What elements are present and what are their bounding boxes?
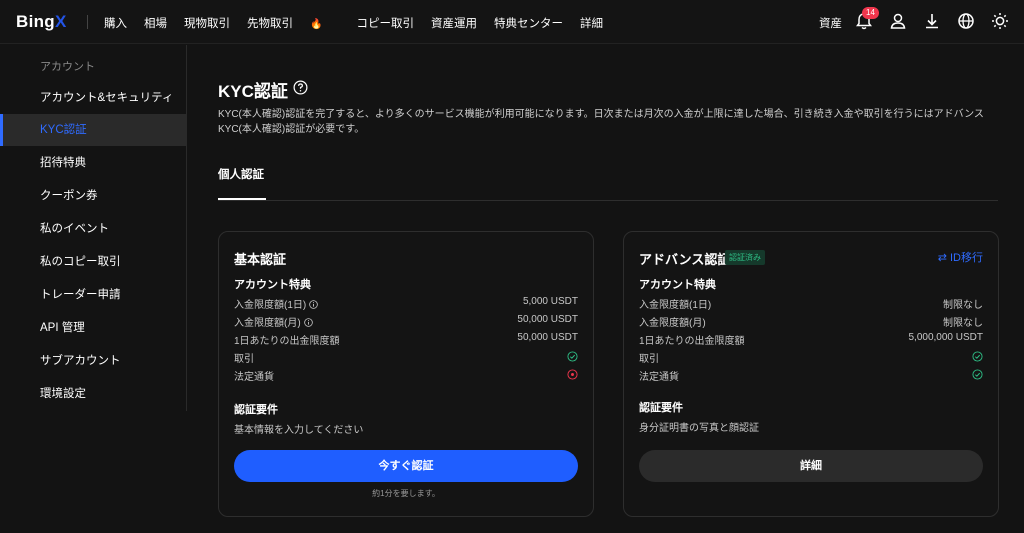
advanced-row-monthly-deposit: 入金限度額(月) 制限なし bbox=[639, 314, 983, 330]
sidebar-item-copy-trading[interactable]: 私のコピー取引 bbox=[0, 246, 186, 278]
advanced-verification-card: アドバンス認証 認証済み ⇄ ID移行 アカウント特典 入金限度額(1日) 制限… bbox=[623, 231, 999, 517]
bingx-logo[interactable]: BingX bbox=[16, 12, 67, 32]
advanced-requirements-title: 認証要件 bbox=[639, 402, 683, 414]
row-value: 制限なし bbox=[943, 300, 983, 311]
sidebar: アカウント アカウント&セキュリティ KYC認証 招待特典 クーポン券 私のイベ… bbox=[0, 45, 187, 411]
basic-verification-card: 基本認証 アカウント特典 入金限度額(1日) 5,000 USDT 入金限度額(… bbox=[218, 231, 594, 517]
page-title: KYC認証 bbox=[218, 82, 288, 101]
row-label: 1日あたりの出金限度額 bbox=[234, 336, 340, 347]
row-label: 入金限度額(月) bbox=[639, 318, 706, 329]
basic-benefits-title: アカウント特典 bbox=[234, 279, 311, 291]
fire-icon: 🔥 bbox=[310, 19, 323, 30]
row-value: 制限なし bbox=[943, 318, 983, 329]
sidebar-item-referral[interactable]: 招待特典 bbox=[0, 147, 186, 179]
verified-badge: 認証済み bbox=[725, 250, 765, 265]
kyc-description: KYC(本人確認)認証を完了すると、より多くのサービス機能が利用可能になります。… bbox=[218, 109, 984, 135]
id-migrate-link[interactable]: ⇄ ID移行 bbox=[938, 249, 983, 265]
help-icon[interactable] bbox=[293, 80, 308, 95]
row-value: 5,000,000 USDT bbox=[908, 332, 984, 343]
nav-futures[interactable]: 先物取引 🔥 bbox=[247, 15, 339, 31]
basic-row-monthly-deposit: 入金限度額(月) 50,000 USDT bbox=[234, 314, 578, 330]
row-value: 5,000 USDT bbox=[522, 296, 578, 307]
sidebar-item-coupons[interactable]: クーポン券 bbox=[0, 180, 186, 212]
row-label: 入金限度額(月) bbox=[234, 318, 301, 329]
theme-toggle-icon[interactable] bbox=[990, 11, 1010, 31]
sidebar-item-preferences[interactable]: 環境設定 bbox=[0, 378, 186, 410]
globe-icon[interactable] bbox=[956, 11, 976, 31]
details-button[interactable]: 詳細 bbox=[639, 450, 983, 482]
unavailable-circle-icon bbox=[567, 369, 578, 380]
advanced-row-trading: 取引 bbox=[639, 350, 983, 366]
sidebar-item-api[interactable]: API 管理 bbox=[0, 312, 186, 344]
sidebar-item-kyc[interactable]: KYC認証 bbox=[0, 114, 186, 146]
basic-row-fiat: 法定通貨 bbox=[234, 368, 578, 384]
sidebar-item-trader-application[interactable]: トレーダー申請 bbox=[0, 279, 186, 311]
tab-personal-verification[interactable]: 個人認証 bbox=[218, 166, 264, 182]
check-circle-icon bbox=[567, 351, 578, 362]
nav-more[interactable]: 詳細 bbox=[580, 15, 603, 31]
advanced-row-fiat: 法定通貨 bbox=[639, 368, 983, 384]
info-icon[interactable] bbox=[303, 318, 313, 327]
row-label: 入金限度額(1日) bbox=[234, 300, 307, 311]
advanced-requirements-text: 身分証明書の写真と顔認証 bbox=[639, 423, 759, 434]
sidebar-item-sub-account[interactable]: サブアカウント bbox=[0, 345, 186, 377]
advanced-row-daily-deposit: 入金限度額(1日) 制限なし bbox=[639, 296, 983, 312]
tab-divider bbox=[218, 200, 998, 201]
assets-link[interactable]: 資産 bbox=[819, 15, 842, 31]
swap-icon: ⇄ bbox=[937, 252, 950, 264]
logo-text: Bing bbox=[16, 12, 55, 31]
header-divider bbox=[87, 15, 88, 29]
basic-requirements-title: 認証要件 bbox=[234, 404, 278, 416]
info-icon[interactable] bbox=[309, 300, 319, 309]
verify-now-button[interactable]: 今すぐ認証 bbox=[234, 450, 578, 482]
download-icon[interactable] bbox=[922, 11, 942, 31]
nav-spot[interactable]: 現物取引 bbox=[184, 15, 230, 31]
row-label: 入金限度額(1日) bbox=[639, 300, 712, 311]
basic-row-daily-deposit: 入金限度額(1日) 5,000 USDT bbox=[234, 296, 578, 312]
advanced-card-title: アドバンス認証 bbox=[639, 252, 731, 267]
advanced-benefits-title: アカウント特典 bbox=[639, 279, 716, 291]
nav-rewards[interactable]: 特典センター bbox=[494, 15, 563, 31]
row-label: 取引 bbox=[639, 354, 659, 365]
main-nav: 購入 相場 現物取引 先物取引 🔥 コピー取引 資産運用 特典センター 詳細 bbox=[104, 15, 620, 31]
nav-copy-trading[interactable]: コピー取引 bbox=[356, 15, 414, 31]
row-value: 50,000 USDT bbox=[517, 314, 578, 325]
row-label: 1日あたりの出金限度額 bbox=[639, 336, 745, 347]
notification-badge: 14 bbox=[862, 7, 879, 19]
time-estimate-note: 約1分を要します。 bbox=[372, 489, 440, 498]
id-migrate-label: ID移行 bbox=[950, 252, 983, 264]
check-circle-icon bbox=[972, 351, 983, 362]
top-header: BingX 購入 相場 現物取引 先物取引 🔥 コピー取引 資産運用 特典センター… bbox=[0, 0, 1024, 44]
basic-row-daily-withdrawal: 1日あたりの出金限度額 50,000 USDT bbox=[234, 332, 578, 348]
nav-futures-label: 先物取引 bbox=[247, 18, 293, 30]
user-icon[interactable] bbox=[888, 11, 908, 31]
check-circle-icon bbox=[972, 369, 983, 380]
row-label: 取引 bbox=[234, 354, 254, 365]
nav-markets[interactable]: 相場 bbox=[144, 15, 167, 31]
basic-requirements-text: 基本情報を入力してください bbox=[234, 425, 364, 436]
nav-earn[interactable]: 資産運用 bbox=[431, 15, 477, 31]
row-value: 50,000 USDT bbox=[517, 332, 578, 343]
advanced-row-daily-withdrawal: 1日あたりの出金限度額 5,000,000 USDT bbox=[639, 332, 983, 348]
sidebar-section-title: アカウント bbox=[40, 61, 95, 73]
basic-row-trading: 取引 bbox=[234, 350, 578, 366]
logo-x: X bbox=[54, 12, 67, 31]
nav-buy[interactable]: 購入 bbox=[104, 15, 127, 31]
basic-card-title: 基本認証 bbox=[234, 252, 287, 267]
row-label: 法定通貨 bbox=[234, 372, 274, 383]
row-label: 法定通貨 bbox=[639, 372, 679, 383]
sidebar-item-account-security[interactable]: アカウント&セキュリティ bbox=[0, 82, 186, 114]
sidebar-item-events[interactable]: 私のイベント bbox=[0, 213, 186, 245]
